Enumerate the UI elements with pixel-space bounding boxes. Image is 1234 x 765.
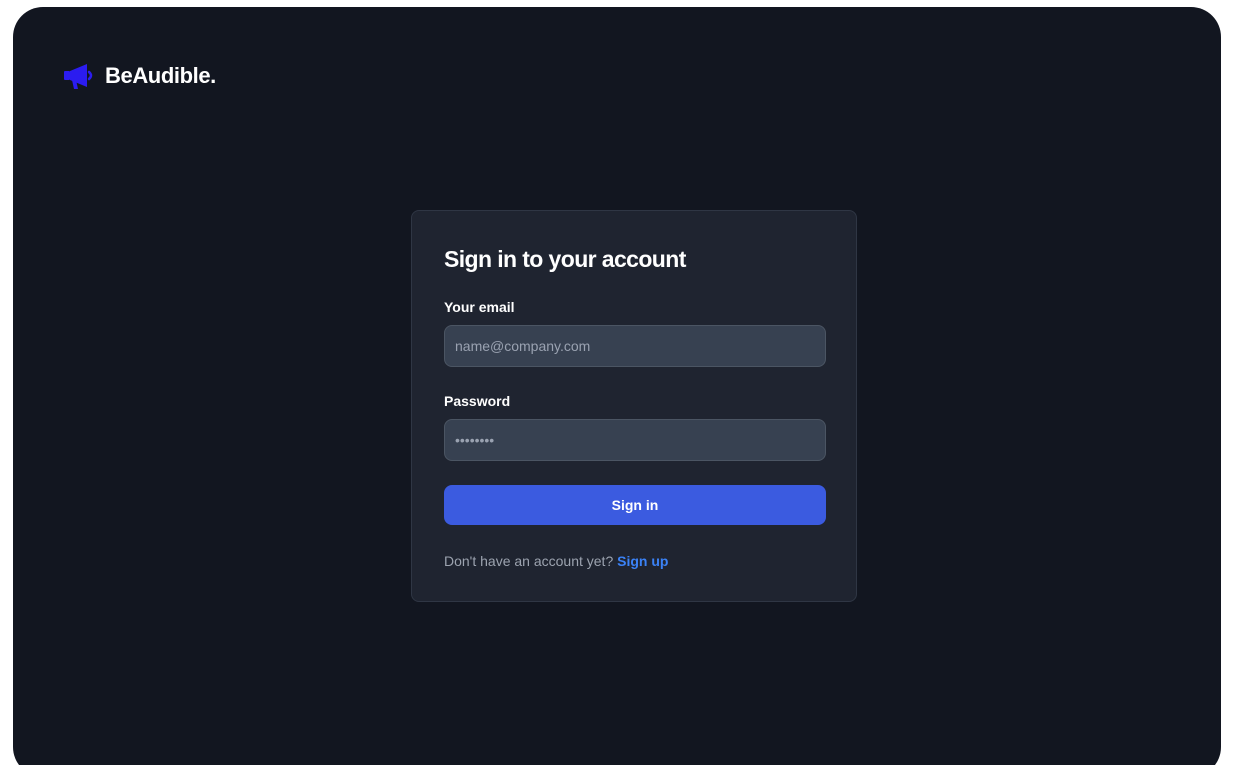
password-field[interactable] xyxy=(444,419,826,461)
megaphone-icon xyxy=(63,61,97,91)
email-field[interactable] xyxy=(444,325,826,367)
page-title: Sign in to your account xyxy=(444,246,686,272)
brand-name: BeAudible. xyxy=(105,63,216,88)
signup-prompt: Don't have an account yet? Sign up xyxy=(444,551,824,571)
sign-up-link[interactable]: Sign up xyxy=(617,553,668,569)
password-label: Password xyxy=(444,393,511,409)
signin-card: Sign in to your account Your email Passw… xyxy=(411,210,857,602)
brand-logo[interactable]: BeAudible. xyxy=(63,61,216,91)
sign-in-button[interactable]: Sign in xyxy=(444,485,826,525)
signup-prompt-text: Don't have an account yet? xyxy=(444,553,614,569)
email-label: Your email xyxy=(444,299,515,315)
app-window: BeAudible. Sign in to your account Your … xyxy=(13,7,1221,765)
